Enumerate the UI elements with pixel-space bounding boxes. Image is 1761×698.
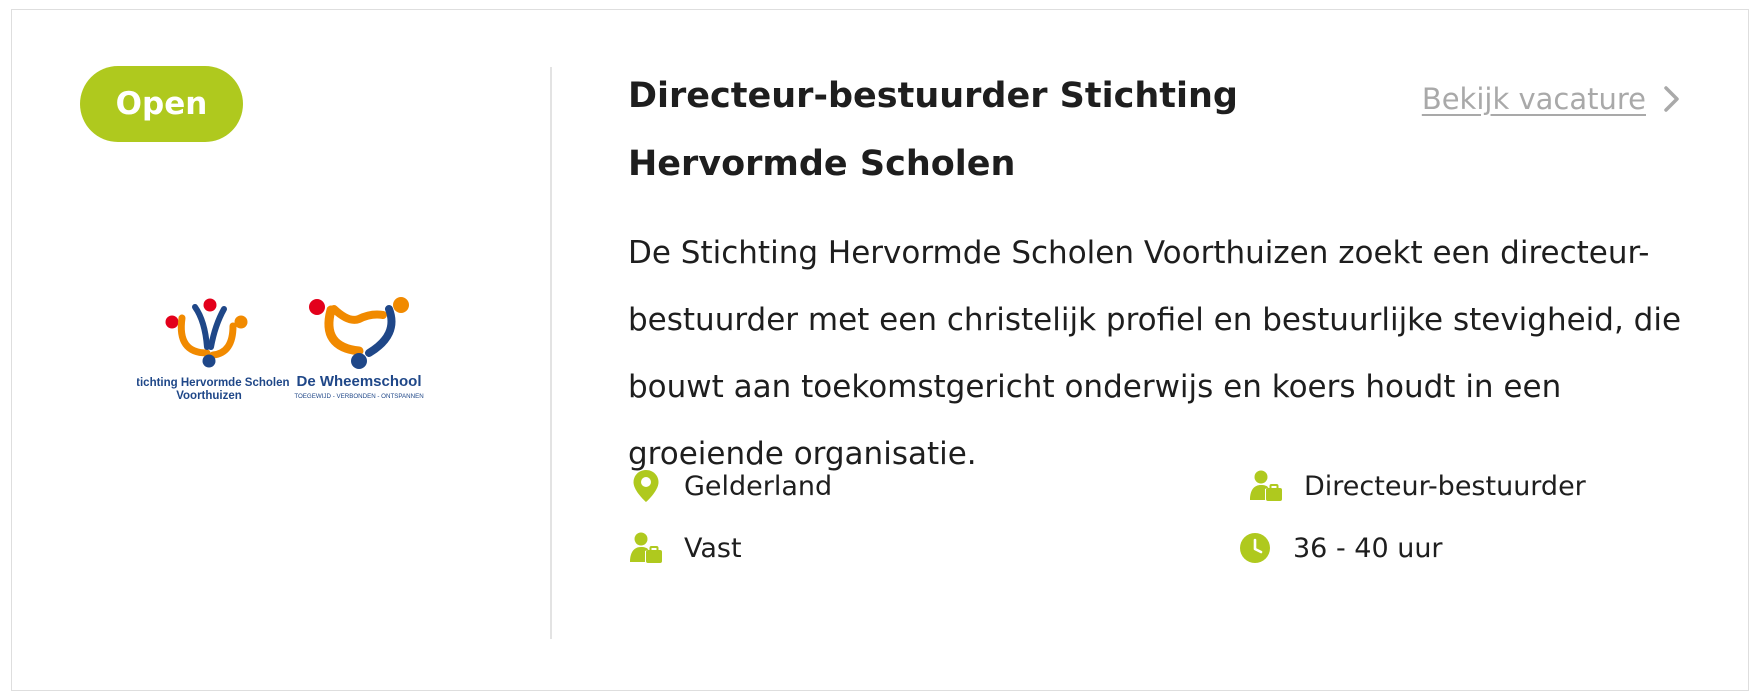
chevron-right-icon xyxy=(1664,86,1679,112)
person-briefcase-icon xyxy=(628,530,664,566)
wheemschool-logo-tagline: TOEGEWIJD - VERBONDEN - ONTSPANNEN xyxy=(294,393,423,400)
view-vacancy-label: Bekijk vacature xyxy=(1421,82,1646,116)
vacancy-title[interactable]: Directeur-bestuurder Stichting Hervormde… xyxy=(628,62,1278,198)
shs-logo-mark xyxy=(165,298,248,368)
meta-function-value: Directeur-bestuurder xyxy=(1304,470,1586,502)
meta-location: Gelderland xyxy=(628,468,832,504)
meta-contract: Vast xyxy=(628,530,742,566)
person-briefcase-icon xyxy=(1248,468,1284,504)
shs-logo-line1: Stichting Hervormde Scholen xyxy=(137,377,290,389)
meta-function: Directeur-bestuurder xyxy=(1248,468,1586,504)
organization-logo: Stichting Hervormde Scholen Voorthuizen … xyxy=(137,297,424,402)
clock-icon xyxy=(1237,530,1273,566)
meta-hours: 36 - 40 uur xyxy=(1237,530,1443,566)
location-pin-icon xyxy=(628,468,664,504)
card-left-panel: Open Stichting Hervormde Scholen Voorthu… xyxy=(12,10,550,690)
status-badge: Open xyxy=(80,66,243,142)
vacancy-card[interactable]: Open Stichting Hervormde Scholen Voorthu… xyxy=(11,9,1749,691)
wheemschool-logo-mark xyxy=(309,297,409,369)
vertical-divider xyxy=(550,67,552,639)
card-right-panel: Directeur-bestuurder Stichting Hervormde… xyxy=(628,10,1684,690)
meta-contract-value: Vast xyxy=(684,532,742,564)
wheemschool-logo-name: De Wheemschool xyxy=(296,373,421,390)
view-vacancy-link[interactable]: Bekijk vacature xyxy=(1422,82,1684,116)
vacancy-description: De Stichting Hervormde Scholen Voorthuiz… xyxy=(628,235,1682,472)
meta-location-value: Gelderland xyxy=(684,470,833,502)
shs-logo-line2: Voorthuizen xyxy=(176,390,242,402)
meta-hours-value: 36 - 40 uur xyxy=(1293,532,1443,564)
